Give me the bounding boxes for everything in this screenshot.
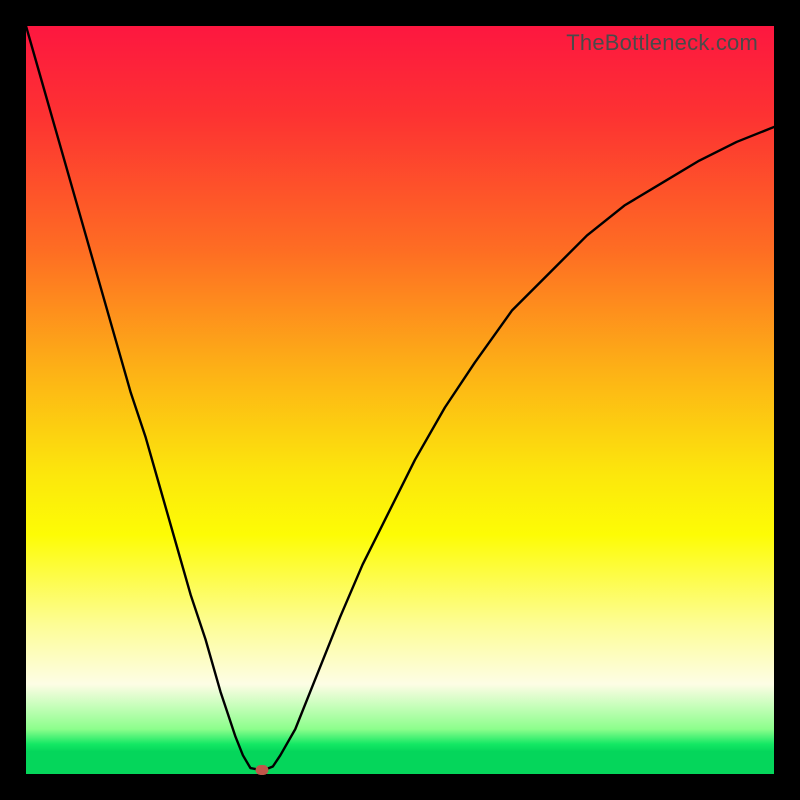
optimal-point-marker <box>255 765 268 775</box>
chart-frame: TheBottleneck.com <box>0 0 800 800</box>
plot-area: TheBottleneck.com <box>26 26 774 774</box>
bottleneck-curve <box>26 26 774 774</box>
